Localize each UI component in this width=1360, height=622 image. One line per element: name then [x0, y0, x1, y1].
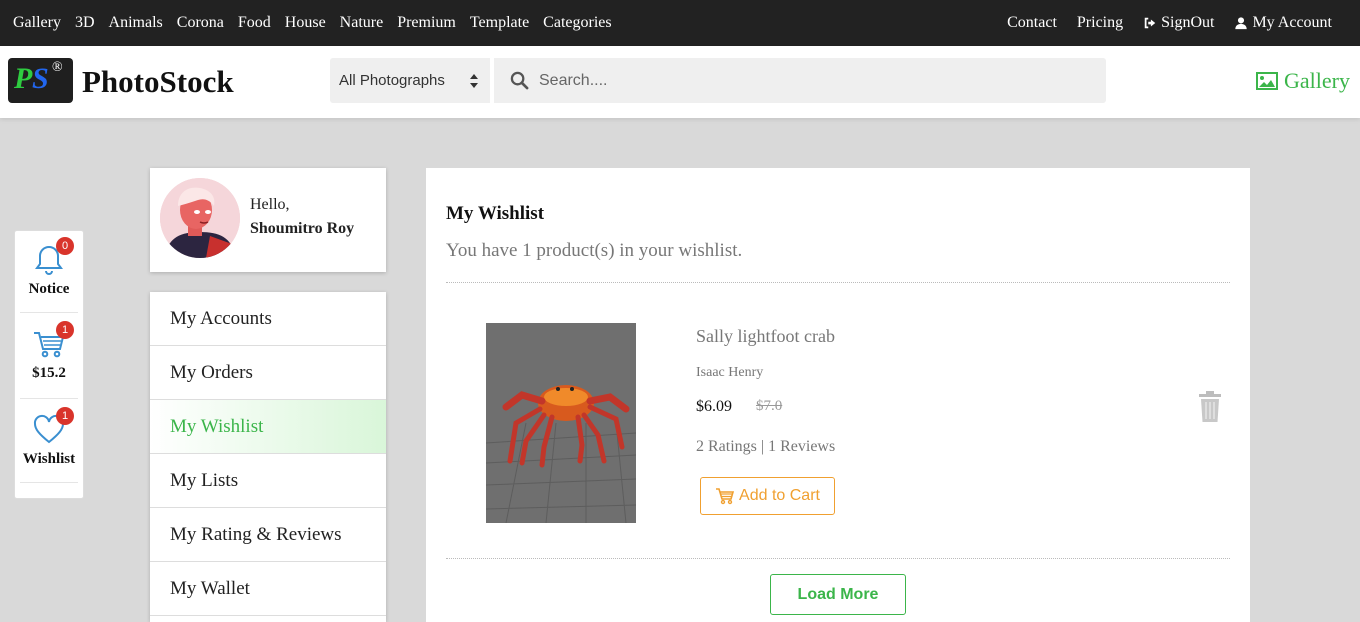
nav-gallery[interactable]: Gallery [6, 14, 68, 32]
wishlist-widget[interactable]: 1 Wishlist [20, 407, 78, 483]
logo-letter-s: S [32, 62, 49, 95]
menu-my-wishlist[interactable]: My Wishlist [150, 400, 386, 454]
divider [446, 282, 1230, 283]
account-menu: My Accounts My Orders My Wishlist My Lis… [150, 292, 386, 622]
nav-template[interactable]: Template [463, 14, 536, 32]
cart-icon [716, 488, 735, 505]
logo-letter-p: P [14, 62, 33, 95]
wishlist-panel: My Wishlist You have 1 product(s) in you… [426, 168, 1250, 622]
top-nav-right: Contact Pricing SignOut My Account [997, 0, 1342, 46]
product-author: Isaac Henry [696, 365, 764, 380]
product-old-price: $7.0 [756, 398, 783, 414]
signout-icon [1144, 17, 1156, 29]
menu-my-accounts[interactable]: My Accounts [150, 292, 386, 346]
nav-house[interactable]: House [278, 14, 333, 32]
top-nav-left: Gallery 3D Animals Corona Food House Nat… [6, 0, 619, 46]
nav-food[interactable]: Food [231, 14, 278, 32]
site-header: P S ® PhotoStock All Photographs Gallery [0, 46, 1360, 118]
cart-total: $15.2 [32, 365, 66, 381]
user-icon [1235, 17, 1248, 30]
menu-my-wallet[interactable]: My Wallet [150, 562, 386, 616]
cart-badge: 1 [56, 321, 74, 339]
wishlist-badge: 1 [56, 407, 74, 425]
nav-signout[interactable]: SignOut [1133, 14, 1224, 32]
add-to-cart-label: Add to Cart [739, 487, 820, 504]
menu-my-rating-reviews[interactable]: My Rating & Reviews [150, 508, 386, 562]
nav-corona[interactable]: Corona [170, 14, 231, 32]
quick-widget: 0 Notice 1 $15.2 1 Wishlist [14, 230, 84, 499]
brand-name[interactable]: PhotoStock [82, 64, 234, 100]
gallery-link[interactable]: Gallery [1256, 68, 1350, 94]
search-bar [494, 58, 1106, 103]
load-more-button[interactable]: Load More [770, 574, 906, 615]
notice-widget[interactable]: 0 Notice [20, 237, 78, 313]
nav-my-account[interactable]: My Account [1224, 14, 1342, 32]
user-name: Shoumitro Roy [250, 220, 355, 237]
nav-3d[interactable]: 3D [68, 14, 102, 32]
signout-label: SignOut [1161, 14, 1215, 31]
cart-icon-wrap: 1 [32, 321, 74, 361]
product-ratings: 2 Ratings | 1 Reviews [696, 438, 836, 455]
logo-registered: ® [52, 60, 63, 75]
avatar-illustration [160, 178, 240, 258]
add-to-cart-button[interactable]: Add to Cart [700, 477, 835, 515]
image-icon [1256, 72, 1279, 90]
wishlist-count-text: You have 1 product(s) in your wishlist. [446, 240, 743, 261]
nav-categories[interactable]: Categories [536, 14, 618, 32]
product-name[interactable]: Sally lightfoot crab [696, 326, 835, 347]
greeting: Hello, [250, 196, 290, 213]
wishlist-icon-wrap: 1 [32, 407, 74, 447]
top-navbar: Gallery 3D Animals Corona Food House Nat… [0, 0, 1360, 46]
notice-label: Notice [28, 281, 70, 297]
nav-contact[interactable]: Contact [997, 14, 1067, 32]
category-select[interactable]: All Photographs [330, 58, 490, 103]
avatar[interactable] [160, 178, 240, 258]
gallery-link-label: Gallery [1284, 68, 1350, 93]
nav-premium[interactable]: Premium [390, 14, 463, 32]
trash-icon[interactable] [1198, 391, 1222, 423]
search-input[interactable] [539, 58, 1089, 103]
profile-card: Hello, Shoumitro Roy [150, 168, 386, 272]
nav-nature[interactable]: Nature [333, 14, 391, 32]
search-icon [510, 71, 529, 90]
page-title: My Wishlist [446, 203, 545, 224]
category-select-value: All Photographs [339, 72, 445, 89]
cart-widget[interactable]: 1 $15.2 [20, 321, 78, 399]
notice-icon-wrap: 0 [32, 237, 74, 277]
nav-animals[interactable]: Animals [102, 14, 170, 32]
menu-my-orders[interactable]: My Orders [150, 346, 386, 400]
wishlist-label: Wishlist [22, 451, 76, 467]
product-image[interactable] [486, 323, 636, 523]
menu-my-lists[interactable]: My Lists [150, 454, 386, 508]
logo[interactable]: P S ® [8, 58, 73, 103]
divider [446, 558, 1230, 559]
crab-photo [486, 323, 636, 523]
select-arrows-icon [470, 74, 478, 88]
product-price: $6.09 [696, 398, 732, 415]
my-account-label: My Account [1252, 14, 1332, 31]
nav-pricing[interactable]: Pricing [1067, 14, 1133, 32]
notice-badge: 0 [56, 237, 74, 255]
